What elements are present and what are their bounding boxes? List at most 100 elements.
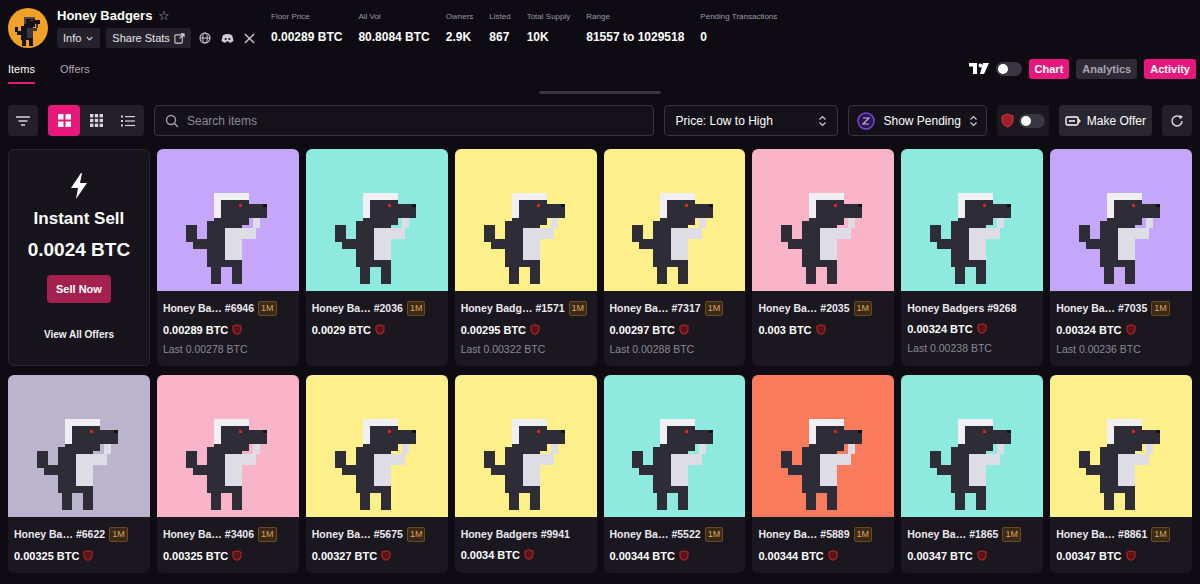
stat-value: 2.9K <box>446 30 474 45</box>
badger-art-icon <box>23 405 135 517</box>
shield-icon <box>816 324 826 335</box>
nft-image[interactable] <box>455 375 597 517</box>
item-info: Honey Badg…#15711M0.00295 BTCLast 0.0032… <box>455 291 597 366</box>
item-last-sale: Last 0.00238 BTC <box>907 342 1037 355</box>
item-price-row: 0.0034 BTC <box>461 548 591 562</box>
info-dropdown[interactable]: Info <box>57 28 100 48</box>
item-name-row: Honey Ba…#58891M <box>758 527 888 542</box>
shield-icon <box>530 324 540 335</box>
share-stats-button[interactable]: Share Stats <box>106 28 190 48</box>
item-price-row: 0.00324 BTC <box>907 322 1037 336</box>
item-card[interactable]: Honey Ba…#70351M0.00324 BTCLast 0.00236 … <box>1050 149 1192 366</box>
item-number: #7035 <box>1118 301 1147 315</box>
item-card[interactable]: Honey Ba…#73171M0.00297 BTCLast 0.00288 … <box>604 149 746 366</box>
shield-icon <box>679 550 689 561</box>
large-grid-icon <box>58 114 71 127</box>
item-card[interactable]: Honey Badgers#9268 0.00324 BTC Last 0.0023… <box>901 149 1043 366</box>
nft-image[interactable] <box>1050 149 1192 291</box>
item-card[interactable]: Honey Ba…#20351M0.003 BTC <box>752 149 894 366</box>
filter-button[interactable] <box>8 105 38 136</box>
sort-select[interactable]: Price: Low to High <box>664 105 838 136</box>
x-link[interactable] <box>242 33 257 44</box>
nft-image[interactable] <box>752 375 894 517</box>
stat: All Vol 80.8084 BTC <box>358 11 429 45</box>
discord-link[interactable] <box>219 33 236 44</box>
stat-value: 80.8084 BTC <box>358 30 429 45</box>
item-name-row: Honey Ba…#34061M <box>163 527 293 542</box>
item-card[interactable]: Honey Ba…#20361M0.0029 BTC <box>306 149 448 366</box>
tab[interactable]: Items <box>8 54 35 84</box>
favorite-star[interactable]: ☆ <box>158 8 170 24</box>
item-card[interactable]: Honey Ba…#69461M0.00289 BTCLast 0.00278 … <box>157 149 299 366</box>
sell-now-button[interactable]: Sell Now <box>47 275 111 303</box>
nft-image[interactable] <box>8 375 150 517</box>
item-card[interactable]: Honey Ba…#88611M0.00347 BTC <box>1050 375 1192 573</box>
item-price: 0.0029 BTC <box>312 323 371 337</box>
tab[interactable]: Offers <box>60 54 90 84</box>
inscription-badge: 1M <box>705 301 724 316</box>
item-number: #9941 <box>541 527 570 541</box>
nft-image[interactable] <box>752 149 894 291</box>
view-all-offers-link[interactable]: View All Offers <box>44 327 114 342</box>
nft-image[interactable] <box>157 375 299 517</box>
item-number: #9268 <box>987 301 1016 315</box>
item-card[interactable]: Honey Ba…#58891M 0.00344 BTC <box>752 375 894 573</box>
stat-label: All Vol <box>358 11 429 22</box>
nft-image[interactable] <box>306 375 448 517</box>
item-card[interactable]: Honey Ba…#55221M0.00344 BTC <box>604 375 746 573</box>
nft-image[interactable] <box>901 375 1043 517</box>
item-last-sale: Last 0.00278 BTC <box>163 343 293 356</box>
protection-toggle[interactable] <box>1019 114 1045 128</box>
view-controls: Chart Analytics Activity <box>969 59 1196 84</box>
item-number: #5522 <box>671 527 700 541</box>
item-card[interactable]: Honey Badg…#15711M0.00295 BTCLast 0.0032… <box>455 149 597 366</box>
lightning-icon <box>69 173 89 199</box>
show-pending-select[interactable]: Show Pending <box>848 105 986 136</box>
refresh-button[interactable] <box>1162 105 1192 136</box>
item-card[interactable]: Honey Ba…#18651M0.00347 BTC <box>901 375 1043 573</box>
layout-button[interactable] <box>80 105 112 136</box>
item-price: 0.00289 BTC <box>163 323 228 337</box>
item-card[interactable]: Honey Badgers#9941 0.0034 BTC <box>455 375 597 573</box>
nft-image[interactable] <box>157 149 299 291</box>
badger-art-icon <box>172 405 284 517</box>
shield-icon <box>381 550 391 561</box>
view-button[interactable]: Chart <box>1029 59 1070 79</box>
item-name: Honey Ba… <box>1056 301 1115 315</box>
nft-image[interactable] <box>604 149 746 291</box>
item-name-row: Honey Badgers#9941 <box>461 527 591 541</box>
item-card[interactable]: Honey Ba…#34061M0.00325 BTC <box>157 375 299 573</box>
item-card[interactable]: Honey Ba…#66221M0.00325 BTC <box>8 375 150 573</box>
layout-button[interactable] <box>112 105 144 136</box>
website-link[interactable] <box>197 32 213 44</box>
item-price-row: 0.00347 BTC <box>1056 549 1186 563</box>
item-info: Honey Ba…#20351M0.003 BTC <box>752 291 894 347</box>
item-price: 0.00344 BTC <box>610 549 675 563</box>
nft-image[interactable] <box>455 149 597 291</box>
layout-button[interactable] <box>48 105 80 136</box>
item-price: 0.00344 BTC <box>758 549 823 563</box>
stat: Total Supply10K <box>527 11 571 45</box>
item-number: #1865 <box>969 527 998 541</box>
make-offer-button[interactable]: Make Offer <box>1059 105 1152 136</box>
item-name-row: Honey Badgers#9268 <box>907 301 1037 315</box>
view-button[interactable]: Analytics <box>1076 59 1137 79</box>
chart-toggle[interactable] <box>996 62 1022 76</box>
search-field[interactable] <box>154 105 654 136</box>
item-name: Honey Ba… <box>758 527 817 541</box>
resize-handle[interactable] <box>539 91 661 94</box>
nft-image[interactable] <box>604 375 746 517</box>
view-button[interactable]: Activity <box>1144 59 1196 79</box>
item-name-row: Honey Badg…#15711M <box>461 301 591 316</box>
view-label: Analytics <box>1082 63 1131 75</box>
nft-image[interactable] <box>306 149 448 291</box>
nft-image[interactable] <box>1050 375 1192 517</box>
badger-art-icon <box>321 405 433 517</box>
search-input[interactable] <box>187 112 643 130</box>
nft-image[interactable] <box>901 149 1043 291</box>
item-card[interactable]: Honey Ba…#56751M0.00327 BTC <box>306 375 448 573</box>
item-price-row: 0.0029 BTC <box>312 323 442 337</box>
badger-art-icon <box>767 179 879 291</box>
badger-art-icon <box>172 179 284 291</box>
item-name-row: Honey Ba…#73171M <box>610 301 740 316</box>
